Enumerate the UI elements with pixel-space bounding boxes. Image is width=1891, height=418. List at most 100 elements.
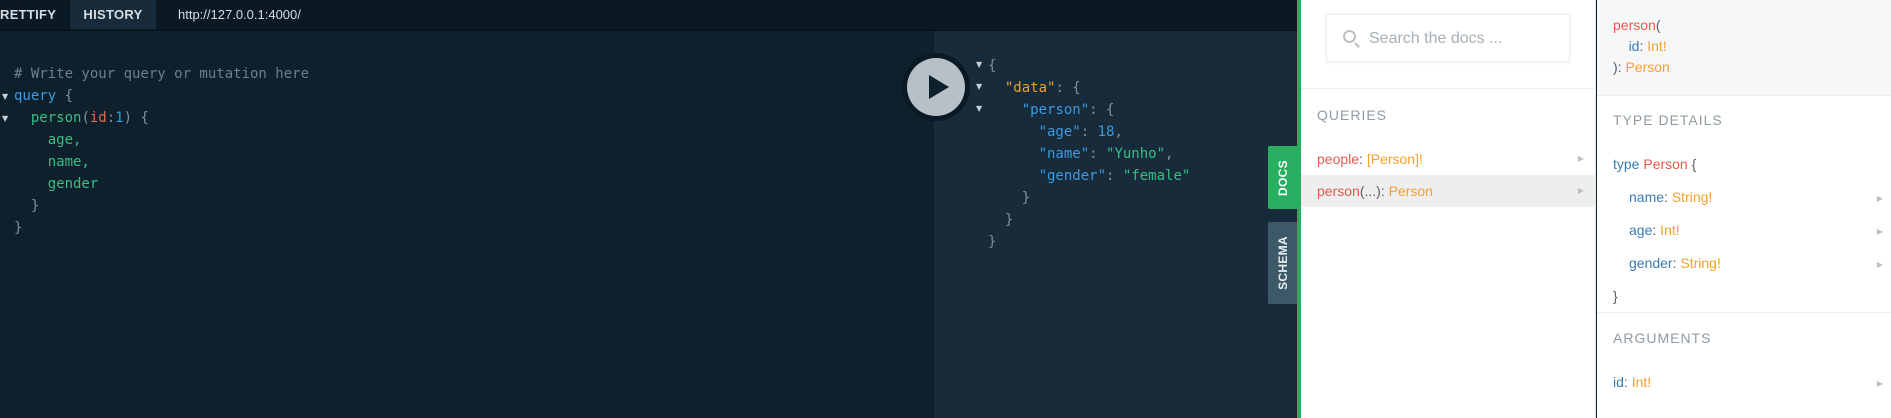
query-item-type[interactable]: [Person]! [1367, 151, 1423, 167]
result-punct: : [1089, 146, 1107, 162]
toolbar: RETTIFY HISTORY [0, 0, 1298, 31]
docs-explorer-root: QUERIES people: [Person]! ▶ person(...):… [1301, 0, 1596, 418]
result-name-key: "name" [1038, 146, 1090, 162]
search-icon [1343, 30, 1356, 43]
type-field-gender[interactable]: gender: String! ▶ [1613, 253, 1883, 273]
fold-arrow-icon[interactable]: ▼ [2, 114, 8, 123]
query-editor[interactable]: ▼ ▼ # Write your query or mutation here … [0, 43, 934, 418]
type-field-type[interactable]: String! [1672, 189, 1712, 205]
fold-arrow-icon[interactable]: ▼ [976, 60, 982, 69]
divider [1597, 312, 1891, 313]
result-pane[interactable]: ▼ ▼ ▼ { "data": { "person": { "age": 18,… [934, 31, 1298, 418]
result-punct: : { [1089, 102, 1115, 118]
query-item-type[interactable]: Person [1389, 183, 1433, 199]
type-field-sep: : [1652, 222, 1661, 238]
query-item-sep: : [1359, 151, 1367, 167]
play-icon [929, 75, 949, 99]
docs-search-input[interactable] [1369, 28, 1559, 50]
tab-docs[interactable]: DOCS [1268, 146, 1297, 209]
chevron-right-icon: ▶ [1577, 154, 1584, 163]
query-comment: # Write your query or mutation here [14, 66, 310, 82]
query-item-people[interactable]: people: [Person]! ▶ [1301, 143, 1596, 175]
query-close-inner: } [30, 198, 40, 214]
type-close: } [1613, 286, 1883, 306]
endpoint-url-input[interactable] [178, 0, 1278, 29]
arguments-title: ARGUMENTS [1613, 330, 1712, 346]
type-field-age[interactable]: age: Int! ▶ [1613, 220, 1883, 240]
result-name-value: "Yunho" [1106, 146, 1166, 162]
argument-name: id [1613, 374, 1624, 390]
query-item-person[interactable]: person(...): Person ▶ [1301, 175, 1596, 207]
result-punct: , [1114, 124, 1123, 140]
result-code: { "data": { "person": { "age": 18, "name… [988, 55, 1190, 253]
query-close-outer: } [14, 220, 23, 236]
result-brace: } [988, 234, 997, 250]
chevron-right-icon: ▶ [1876, 194, 1883, 203]
type-field-label: name [1629, 189, 1665, 205]
fold-arrow-icon[interactable]: ▼ [976, 104, 982, 113]
query-colon: : [106, 110, 116, 126]
type-close-brace: } [1613, 288, 1618, 304]
query-subfield: name, [47, 154, 90, 170]
query-item-name: people [1317, 151, 1360, 167]
docs-field-detail: person( id: Int! ): Person TYPE DETAILS … [1597, 0, 1891, 418]
chevron-right-icon: ▶ [1876, 260, 1883, 269]
query-paren-close: ) { [123, 110, 149, 126]
result-age-value: 18 [1097, 124, 1115, 140]
result-punct: : { [1055, 80, 1081, 96]
field-signature: person( id: Int! ): Person [1613, 15, 1670, 78]
argument-type[interactable]: Int! [1632, 374, 1651, 390]
result-punct: , [1165, 146, 1174, 162]
fold-arrow-icon[interactable]: ▼ [2, 92, 8, 101]
signature-name: person [1613, 17, 1656, 33]
query-field: person [30, 110, 82, 126]
chevron-right-icon: ▶ [1876, 227, 1883, 236]
query-item-args: (...) [1359, 183, 1381, 199]
divider [1301, 88, 1596, 89]
type-field-sep: : [1664, 189, 1672, 205]
tab-schema[interactable]: SCHEMA [1268, 222, 1297, 304]
tab-schema-label: SCHEMA [1275, 236, 1290, 290]
type-details-title: TYPE DETAILS [1613, 112, 1723, 128]
result-brace: } [1021, 190, 1031, 206]
query-item-name: person [1317, 183, 1360, 199]
type-field-label: age [1629, 222, 1653, 238]
docs-search-box[interactable] [1326, 14, 1570, 62]
query-arg-value: 1 [115, 110, 124, 126]
query-arg-name: id [89, 110, 107, 126]
result-person-key: "person" [1021, 102, 1090, 118]
signature-return-type[interactable]: Person [1625, 59, 1669, 75]
signature-arg-name: id [1628, 38, 1640, 54]
result-brace: { [988, 58, 997, 74]
query-item-sep: : [1380, 183, 1389, 199]
type-field-type[interactable]: Int! [1660, 222, 1679, 238]
type-field-type[interactable]: String! [1680, 255, 1720, 271]
fold-arrow-icon[interactable]: ▼ [976, 82, 982, 91]
chevron-right-icon: ▶ [1876, 379, 1883, 388]
argument-item-id[interactable]: id: Int! ▶ [1613, 372, 1883, 392]
query-code: # Write your query or mutation here quer… [14, 63, 309, 239]
result-punct: : [1106, 168, 1123, 184]
type-field-name[interactable]: name: String! ▶ [1613, 187, 1883, 207]
chevron-right-icon: ▶ [1577, 186, 1584, 195]
result-brace: } [1004, 212, 1014, 228]
history-button[interactable]: HISTORY [70, 0, 156, 29]
result-age-key: "age" [1038, 124, 1081, 140]
result-gender-value: "female" [1122, 168, 1191, 184]
argument-sep: : [1623, 374, 1632, 390]
tab-docs-label: DOCS [1275, 159, 1290, 196]
prettify-button[interactable]: RETTIFY [0, 0, 64, 29]
type-brace: { [1687, 156, 1697, 172]
type-field-label: gender [1629, 255, 1673, 271]
field-signature-header: person( id: Int! ): Person [1597, 0, 1891, 96]
run-query-button[interactable] [907, 58, 965, 116]
query-keyword: query [14, 88, 57, 104]
query-paren: ( [81, 110, 90, 126]
signature-arg-type[interactable]: Int! [1647, 38, 1666, 54]
type-name: Person [1643, 156, 1688, 172]
queries-section-title: QUERIES [1317, 107, 1388, 123]
signature-close: ): [1613, 59, 1626, 75]
query-brace: { [56, 88, 74, 104]
result-punct: : [1080, 124, 1098, 140]
signature-paren: ( [1655, 17, 1661, 33]
